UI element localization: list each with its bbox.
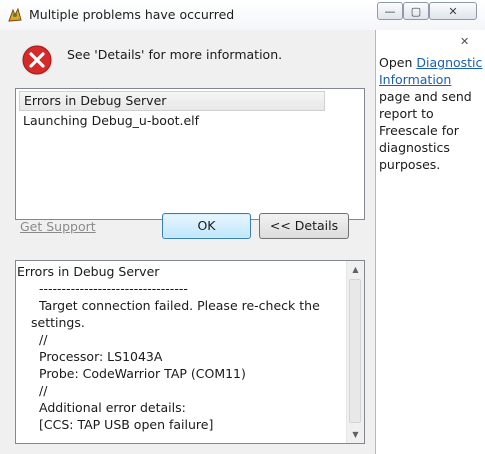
details-line: // xyxy=(39,383,48,398)
details-line: Target connection failed. Please re-chec… xyxy=(39,298,320,313)
window-title: Multiple problems have occurred xyxy=(29,7,235,22)
details-line: // xyxy=(39,332,48,347)
details-line: --------------------------------- xyxy=(39,281,188,296)
problem-item[interactable]: Launching Debug_u-boot.elf xyxy=(19,111,199,131)
diagnostic-text: Open Diagnostic Information page and sen… xyxy=(379,54,483,173)
scroll-thumb[interactable] xyxy=(349,279,361,423)
details-line: [CCS: TAP USB open failure] xyxy=(39,417,214,432)
diagnostic-panel: ✕ Open Diagnostic Information page and s… xyxy=(375,30,485,454)
ok-button[interactable]: OK xyxy=(162,213,251,239)
error-icon xyxy=(21,44,53,76)
app-icon xyxy=(8,7,22,22)
title-bar: Multiple problems have occurred — ▢ ✕ xyxy=(0,0,485,30)
dialog-main: See 'Details' for more information. Erro… xyxy=(0,30,375,454)
details-scrollbar[interactable]: ▲ ▼ xyxy=(346,261,364,443)
details-text-area[interactable]: Errors in Debug Server -----------------… xyxy=(15,260,365,444)
close-icon[interactable]: ✕ xyxy=(460,35,469,48)
details-line: settings. xyxy=(31,315,85,330)
minimize-button[interactable]: — xyxy=(377,2,403,20)
details-line: Errors in Debug Server xyxy=(17,264,160,279)
problem-item[interactable]: Errors in Debug Server xyxy=(19,91,325,111)
details-line: Processor: LS1043A xyxy=(39,349,163,364)
scroll-down-icon[interactable]: ▼ xyxy=(347,426,364,443)
diagnostic-text-after: page and send report to Freescale for di… xyxy=(379,89,472,172)
scroll-up-icon[interactable]: ▲ xyxy=(347,261,364,278)
get-support-link[interactable]: Get Support xyxy=(20,219,96,234)
diagnostic-text-before: Open xyxy=(379,55,417,70)
close-button[interactable]: ✕ xyxy=(429,2,477,20)
details-line: Probe: CodeWarrior TAP (COM11) xyxy=(39,366,246,381)
details-button[interactable]: << Details xyxy=(259,213,349,239)
maximize-button[interactable]: ▢ xyxy=(403,2,429,20)
problems-list[interactable]: Errors in Debug Server Launching Debug_u… xyxy=(15,88,365,220)
error-message: See 'Details' for more information. xyxy=(67,47,283,62)
details-line: Additional error details: xyxy=(39,400,186,415)
